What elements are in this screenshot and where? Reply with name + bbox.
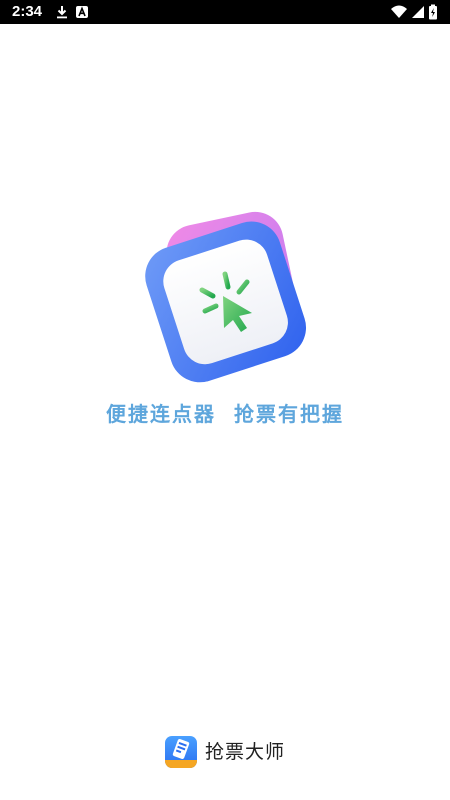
app-brand: 抢票大师	[0, 736, 450, 768]
status-bar: 2:34	[0, 0, 450, 24]
status-time: 2:34	[12, 3, 43, 20]
slogan-text: 便捷连点器 抢票有把握	[106, 402, 344, 426]
app-logo-icon	[164, 736, 197, 768]
click-cursor-icon	[135, 200, 315, 390]
notification-a-icon	[74, 4, 90, 20]
cellular-signal-icon	[410, 4, 426, 20]
download-icon	[54, 4, 70, 20]
battery-charging-icon	[428, 4, 438, 20]
wifi-icon	[390, 4, 408, 20]
app-name: 抢票大师	[204, 741, 285, 763]
